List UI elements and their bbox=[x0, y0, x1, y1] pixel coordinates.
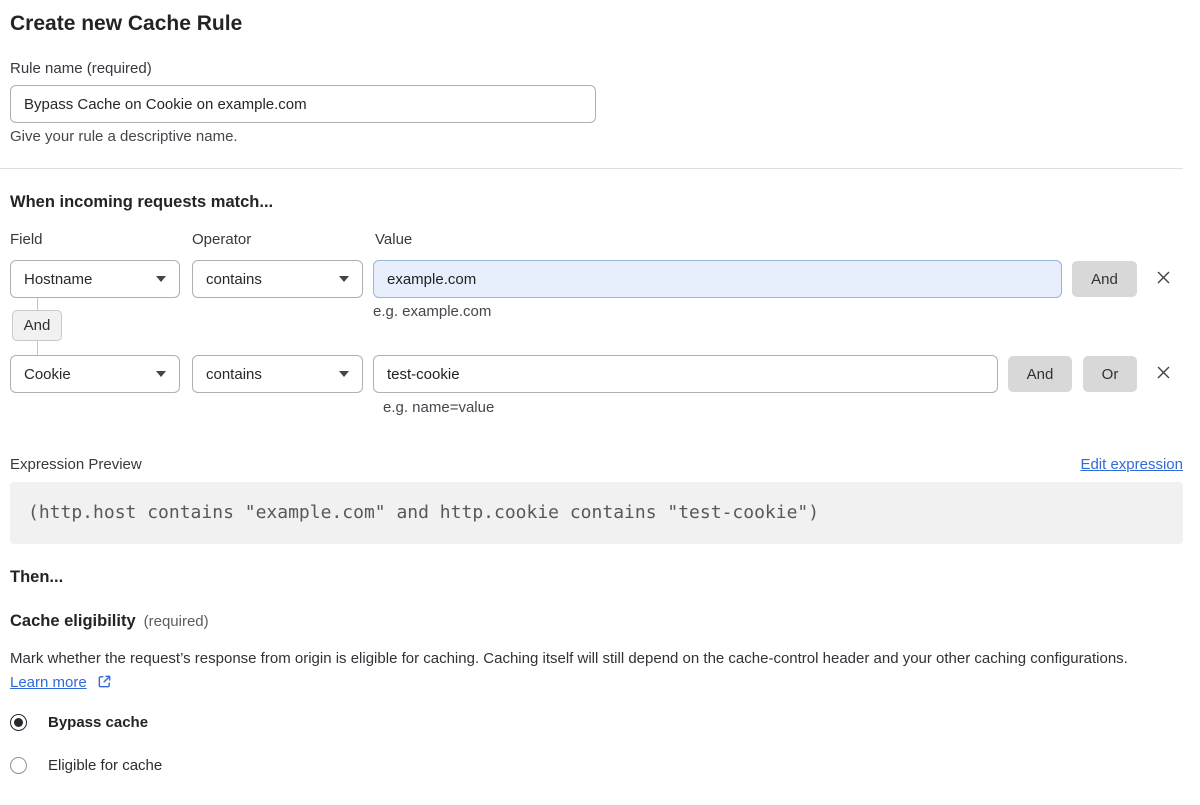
chevron-down-icon bbox=[339, 276, 349, 282]
cache-eligibility-header: Cache eligibility (required) bbox=[10, 612, 1200, 631]
value-input-2[interactable] bbox=[373, 355, 998, 393]
remove-condition-button-2[interactable] bbox=[1155, 366, 1172, 383]
cache-eligibility-heading: Cache eligibility bbox=[10, 612, 136, 630]
connector-line-top bbox=[37, 298, 38, 310]
edit-expression-link[interactable]: Edit expression bbox=[1080, 456, 1183, 473]
add-or-condition-button-2[interactable]: Or bbox=[1083, 356, 1137, 392]
field-select-1[interactable]: Hostname bbox=[10, 260, 180, 298]
expression-header: Expression Preview Edit expression bbox=[10, 456, 1183, 473]
add-and-condition-button-2[interactable]: And bbox=[1008, 356, 1072, 392]
expression-preview-code: (http.host contains "example.com" and ht… bbox=[10, 482, 1183, 544]
section-divider bbox=[0, 168, 1183, 169]
remove-condition-button-1[interactable] bbox=[1155, 271, 1172, 288]
operator-select-2-value: contains bbox=[206, 365, 262, 383]
connector-and-chip[interactable]: And bbox=[12, 310, 62, 341]
connector-line-bottom bbox=[37, 341, 38, 355]
builder-column-labels: Field Operator Value bbox=[10, 232, 1200, 248]
add-and-condition-button-1[interactable]: And bbox=[1072, 261, 1137, 297]
field-select-2[interactable]: Cookie bbox=[10, 355, 180, 393]
expression-preview-label: Expression Preview bbox=[10, 456, 142, 473]
field-select-1-value: Hostname bbox=[24, 270, 93, 288]
match-heading: When incoming requests match... bbox=[10, 193, 274, 211]
close-icon bbox=[1155, 269, 1172, 289]
radio-option-eligible-for-cache[interactable]: Eligible for cache bbox=[10, 757, 1200, 774]
operator-select-1-value: contains bbox=[206, 270, 262, 288]
condition-connector-area: e.g. example.com And bbox=[10, 298, 1200, 355]
field-column-label: Field bbox=[10, 231, 43, 248]
then-heading: Then... bbox=[10, 568, 64, 586]
value-hint-1: e.g. example.com bbox=[373, 303, 492, 320]
operator-column-label: Operator bbox=[192, 231, 252, 248]
rule-name-input[interactable] bbox=[10, 85, 596, 123]
radio-option-label: Bypass cache bbox=[48, 714, 149, 731]
radio-unselected-icon[interactable] bbox=[10, 757, 27, 774]
operator-select-2[interactable]: contains bbox=[192, 355, 363, 393]
value-column-label: Value bbox=[375, 231, 413, 248]
field-select-2-value: Cookie bbox=[24, 365, 71, 383]
chevron-down-icon bbox=[339, 371, 349, 377]
required-tag: (required) bbox=[143, 613, 209, 630]
rule-name-label: Rule name (required) bbox=[10, 60, 152, 77]
description-text: Mark whether the request’s response from… bbox=[10, 650, 1128, 667]
condition-row-1: Hostname contains And bbox=[10, 260, 1200, 298]
radio-option-bypass-cache[interactable]: Bypass cache bbox=[10, 714, 1200, 731]
condition-row-2: Cookie contains And Or bbox=[10, 355, 1200, 393]
cache-eligibility-description: Mark whether the request’s response from… bbox=[10, 647, 1160, 697]
condition-builder: Field Operator Value Hostname contains A… bbox=[10, 232, 1200, 416]
close-icon bbox=[1155, 364, 1172, 384]
value-hint-2: e.g. name=value bbox=[383, 399, 495, 416]
external-link-icon bbox=[97, 675, 112, 693]
value-input-1[interactable] bbox=[373, 260, 1062, 298]
radio-selected-icon[interactable] bbox=[10, 714, 27, 731]
chevron-down-icon bbox=[156, 276, 166, 282]
chevron-down-icon bbox=[156, 371, 166, 377]
radio-option-label: Eligible for cache bbox=[48, 757, 163, 774]
rule-name-helper: Give your rule a descriptive name. bbox=[10, 128, 238, 145]
learn-more-link[interactable]: Learn more bbox=[10, 674, 87, 691]
operator-select-1[interactable]: contains bbox=[192, 260, 363, 298]
page-title: Create new Cache Rule bbox=[10, 12, 243, 35]
